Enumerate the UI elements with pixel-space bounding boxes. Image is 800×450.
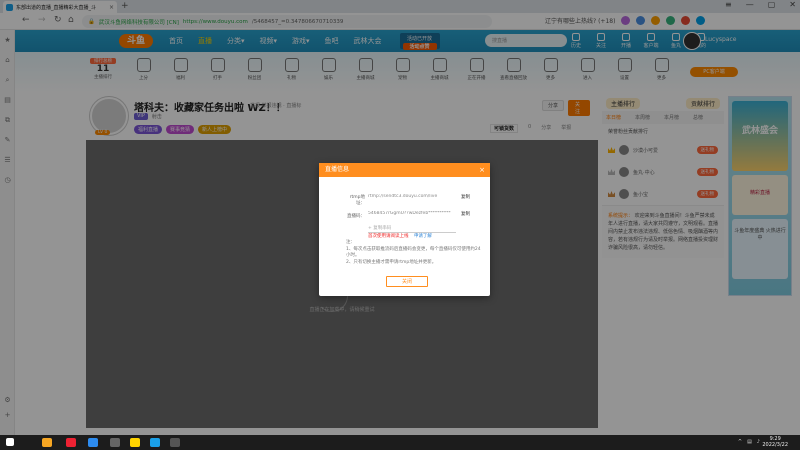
rtmp-value: rtmp://sendtc3.douyu.com/live (368, 194, 438, 199)
key-code-input[interactable]: + 复制串码 (368, 225, 456, 233)
system-tray: ^ ▤ ♪ (738, 439, 760, 445)
dialog-header: 直播信息 × (319, 163, 490, 177)
explorer-icon[interactable] (42, 438, 52, 447)
close-dialog-button[interactable]: 关闭 (386, 276, 428, 287)
close-icon[interactable]: × (479, 163, 485, 177)
live-info-dialog: 直播信息 × rtmp地址： rtmp://sendtc3.douyu.com/… (319, 163, 490, 296)
key-value: 5468457rGgmU??wDezfeb********** (368, 211, 451, 216)
copy-key-button[interactable]: 复制 (461, 211, 470, 217)
rtmp-label: rtmp地址： (349, 195, 365, 206)
windows-taskbar: ^ ▤ ♪ 9:29 2022/3/22 (0, 435, 800, 450)
copy-rtmp-button[interactable]: 复制 (461, 194, 470, 200)
start-icon[interactable] (6, 438, 14, 446)
app-icon[interactable] (88, 438, 98, 447)
app-icon[interactable] (110, 438, 120, 447)
key-label: 直播码： (347, 214, 365, 219)
app-icon[interactable] (170, 438, 180, 447)
app-icon[interactable] (130, 438, 140, 447)
warning-text: 首次使用请阅读上线 申请了解 (368, 233, 432, 239)
volume-icon[interactable]: ♪ (757, 439, 760, 445)
tray-arrow-icon[interactable]: ^ (738, 439, 742, 445)
taskbar-clock[interactable]: 9:29 2022/3/22 (762, 436, 788, 448)
browser-taskbar-icon[interactable] (150, 438, 160, 447)
clock-date: 2022/3/22 (762, 442, 788, 448)
learn-more-link[interactable]: 申请了解 (414, 234, 432, 239)
warning-label: 首次使用请阅读上线 (368, 234, 409, 239)
dialog-notes: 注： 1、每次点击获取推流码后直播码会变更，每个直播码仅可使用约24小时。 2、… (346, 240, 481, 265)
app-icon[interactable] (66, 438, 76, 447)
network-icon[interactable]: ▤ (747, 439, 752, 445)
dialog-title: 直播信息 (325, 166, 350, 173)
